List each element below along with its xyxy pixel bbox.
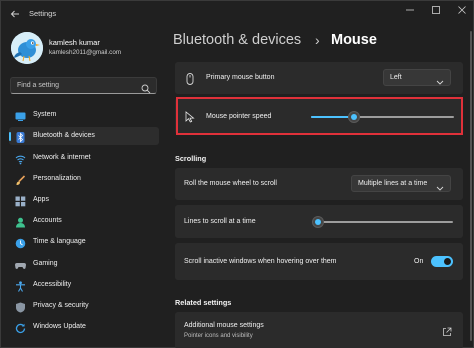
back-arrow-icon[interactable]: [7, 7, 23, 23]
additional-mouse-settings-card[interactable]: Additional mouse settings Pointer icons …: [175, 312, 463, 348]
slider-thumb[interactable]: [311, 216, 324, 228]
brush-icon: [15, 173, 26, 185]
chevron-down-icon: [436, 179, 444, 191]
search-placeholder: Find a setting: [17, 82, 60, 89]
sidebar-item-label: Accessibility: [33, 281, 72, 288]
sidebar-item-accounts[interactable]: Accounts: [9, 212, 159, 230]
scrolling-section-title: Scrolling: [175, 154, 207, 163]
update-icon: [15, 321, 26, 334]
wifi-icon: [15, 152, 26, 165]
window-title: Settings: [29, 9, 57, 18]
profile-email: kamlesh2011@gmail.com: [49, 49, 122, 56]
apps-icon: [15, 194, 26, 207]
toggle-knob: [444, 258, 451, 265]
gamepad-icon: [15, 258, 26, 269]
title-bar: Settings: [1, 1, 474, 29]
sidebar-item-label: System: [33, 111, 57, 118]
chevron-down-icon: [436, 73, 444, 85]
sidebar-item-label: Bluetooth & devices: [33, 132, 95, 139]
globe-clock-icon: [15, 236, 26, 249]
toggle-state-text: On: [414, 258, 424, 265]
settings-window: Settings kamlesh kumar kamlesh2011@gmail…: [0, 0, 474, 348]
search-icon[interactable]: [141, 81, 151, 94]
sidebar-item-label: Apps: [33, 196, 49, 203]
sidebar-item-network[interactable]: Network & internet: [9, 149, 159, 167]
breadcrumb-parent[interactable]: Bluetooth & devices: [173, 32, 301, 48]
maximize-icon[interactable]: [423, 3, 449, 19]
primary-mouse-button-dropdown[interactable]: Left: [383, 69, 451, 86]
scroll-inactive-toggle[interactable]: [431, 256, 453, 267]
accessibility-icon: [15, 279, 26, 292]
minimize-icon[interactable]: [397, 3, 423, 19]
highlight-box: [176, 97, 463, 135]
profile-name: kamlesh kumar: [49, 38, 100, 47]
sidebar-item-privacy-security[interactable]: Privacy & security: [9, 297, 159, 315]
roll-wheel-dropdown[interactable]: Multiple lines at a time: [351, 175, 451, 192]
related-settings-title: Related settings: [175, 298, 232, 307]
sidebar-item-personalization[interactable]: Personalization: [9, 170, 159, 188]
close-icon[interactable]: [449, 3, 474, 19]
person-icon: [15, 215, 26, 228]
sidebar-item-time-language[interactable]: Time & language: [9, 233, 159, 251]
roll-wheel-card: Roll the mouse wheel to scroll Multiple …: [175, 168, 463, 200]
sidebar-item-label: Gaming: [33, 260, 58, 267]
shield-icon: [15, 300, 26, 313]
sidebar-item-label: Accounts: [33, 217, 62, 224]
system-display-icon: [15, 109, 26, 121]
search-input[interactable]: Find a setting: [10, 77, 157, 94]
mouse-icon: [184, 72, 196, 85]
lines-to-scroll-slider[interactable]: [311, 216, 453, 228]
scroll-inactive-label: Scroll inactive windows when hovering ov…: [184, 258, 337, 265]
sidebar-item-bluetooth-devices[interactable]: Bluetooth & devices: [9, 127, 159, 145]
roll-wheel-label: Roll the mouse wheel to scroll: [184, 180, 277, 187]
sidebar-item-accessibility[interactable]: Accessibility: [9, 276, 159, 294]
sidebar-item-label: Windows Update: [33, 323, 86, 330]
sidebar-item-label: Personalization: [33, 175, 81, 182]
scrollbar[interactable]: [470, 31, 472, 341]
bluetooth-icon: [15, 130, 26, 143]
lines-to-scroll-label: Lines to scroll at a time: [184, 218, 256, 225]
sidebar-item-label: Privacy & security: [33, 302, 89, 309]
active-indicator: [9, 132, 11, 141]
additional-mouse-settings-sublabel: Pointer icons and visibility: [184, 333, 253, 339]
sidebar-item-label: Network & internet: [33, 154, 91, 161]
sidebar-item-gaming[interactable]: Gaming: [9, 255, 159, 273]
additional-mouse-settings-label: Additional mouse settings: [184, 322, 264, 329]
dropdown-value: Multiple lines at a time: [358, 180, 428, 187]
bird-avatar-icon[interactable]: [11, 32, 43, 64]
page-title: Mouse: [331, 32, 377, 48]
primary-mouse-button-card: Primary mouse button Left: [175, 62, 463, 94]
sidebar-item-windows-update[interactable]: Windows Update: [9, 318, 159, 336]
primary-mouse-button-label: Primary mouse button: [206, 74, 275, 81]
lines-to-scroll-card: Lines to scroll at a time: [175, 205, 463, 238]
external-link-icon[interactable]: [442, 324, 452, 336]
sidebar-item-label: Time & language: [33, 238, 86, 245]
sidebar-item-apps[interactable]: Apps: [9, 191, 159, 209]
sidebar-item-system[interactable]: System: [9, 106, 159, 124]
breadcrumb-separator: ›: [315, 32, 320, 48]
dropdown-value: Left: [390, 74, 402, 81]
